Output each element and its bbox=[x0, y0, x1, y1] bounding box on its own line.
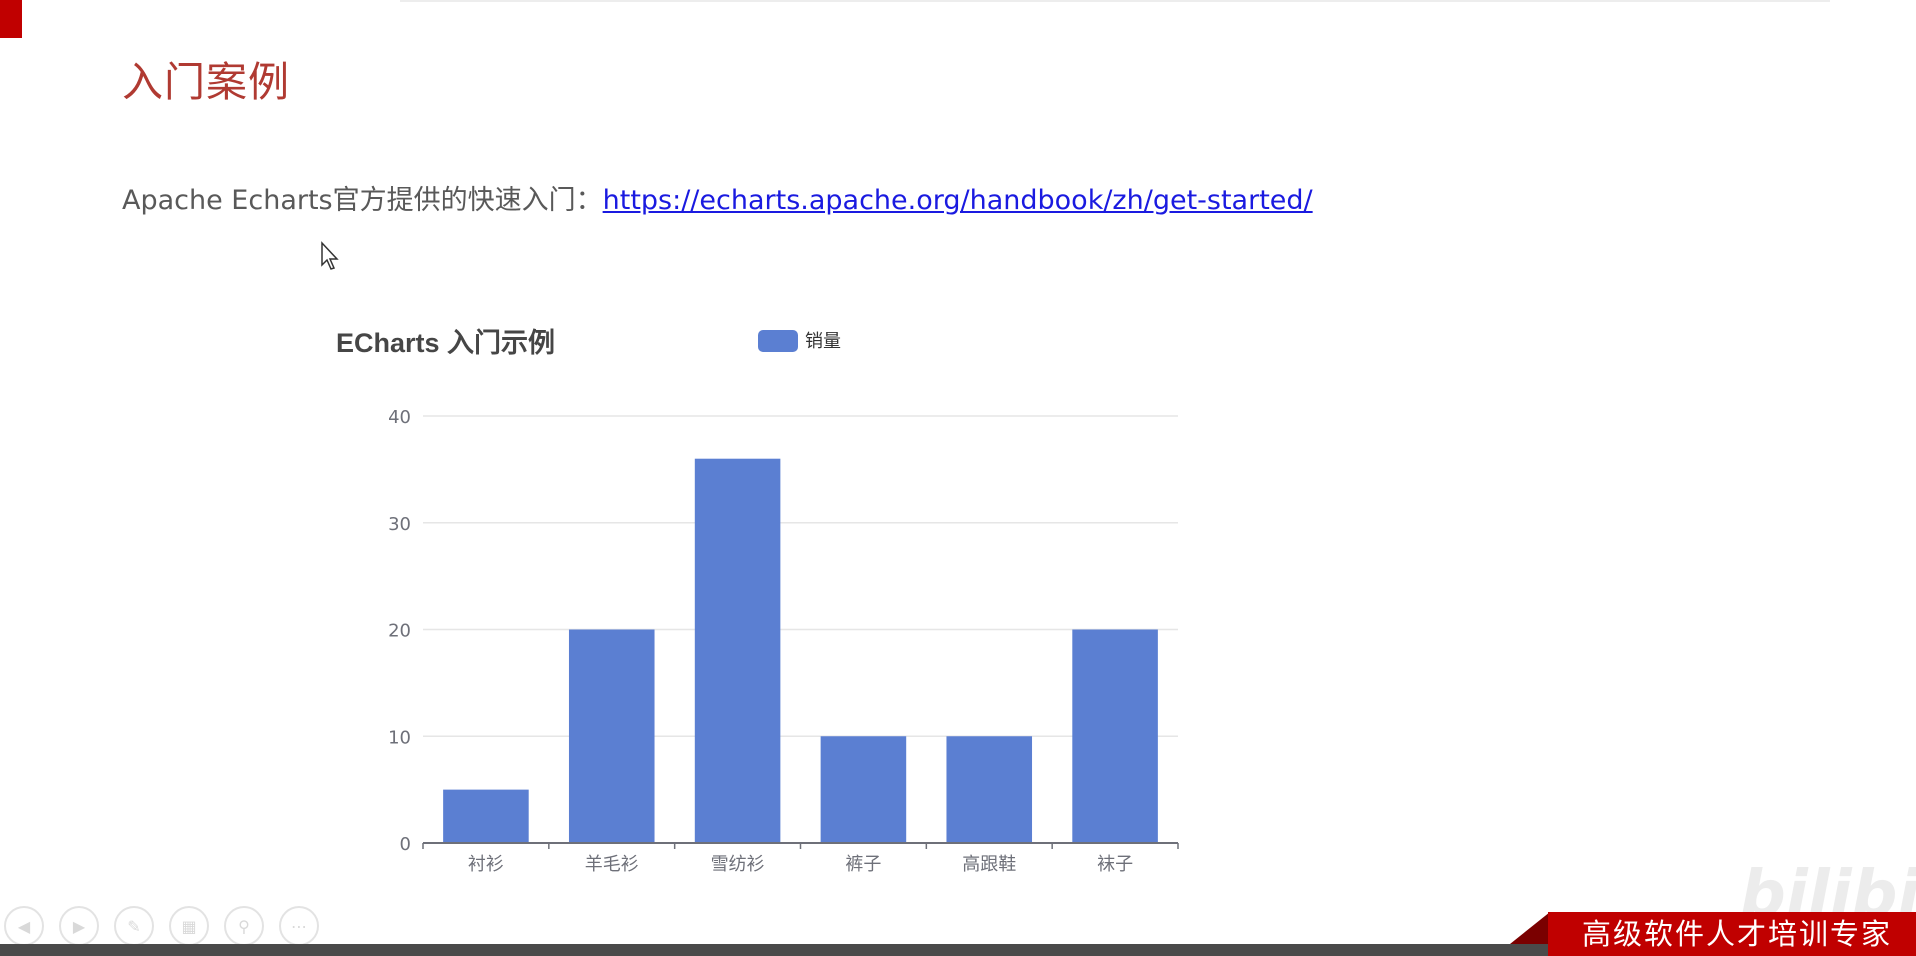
bar-2[interactable] bbox=[694, 458, 781, 843]
x-tick-label: 羊毛衫 bbox=[585, 854, 639, 875]
y-tick-label: 30 bbox=[388, 514, 411, 535]
y-tick-label: 10 bbox=[388, 727, 411, 748]
more-icon[interactable]: ⋯ bbox=[279, 906, 319, 946]
bar-4[interactable] bbox=[946, 736, 1033, 843]
chart-bars bbox=[443, 458, 1158, 844]
y-tick-label: 0 bbox=[400, 834, 411, 855]
x-tick-label: 高跟鞋 bbox=[962, 854, 1016, 875]
next-icon[interactable]: ▶ bbox=[59, 906, 99, 946]
bar-1[interactable] bbox=[568, 629, 655, 844]
legend-label[interactable]: 销量 bbox=[805, 331, 841, 352]
bar-3[interactable] bbox=[820, 736, 907, 843]
x-tick-label: 雪纺衫 bbox=[711, 854, 765, 875]
x-tick-label: 袜子 bbox=[1097, 854, 1133, 875]
legend-swatch[interactable] bbox=[758, 330, 798, 352]
slides-icon[interactable]: ▦ bbox=[169, 906, 209, 946]
y-tick-label: 40 bbox=[388, 407, 411, 428]
prev-icon[interactable]: ◀ bbox=[4, 906, 44, 946]
chart-title: ECharts 入门示例 bbox=[336, 328, 555, 358]
sales-bar-chart: 0 10 20 30 40 衬衫 羊毛衫 雪纺衫 裤子 高跟鞋 袜子 ECharts 入门示例 销量 bbox=[336, 328, 1179, 875]
slideshow-controls: ◀ ▶ ✎ ▦ ⚲ ⋯ bbox=[4, 906, 319, 946]
x-tick-label: 衬衫 bbox=[468, 854, 504, 875]
brand-banner: 高级软件人才培训专家 bbox=[1548, 912, 1916, 956]
y-tick-label: 20 bbox=[388, 621, 411, 642]
x-tick-label: 裤子 bbox=[845, 854, 881, 875]
pen-icon[interactable]: ✎ bbox=[114, 906, 154, 946]
chart-grid bbox=[423, 415, 1178, 737]
bar-5[interactable] bbox=[1072, 629, 1158, 844]
slide-canvas: 入门案例 Apache Echarts官方提供的快速入门：https://ech… bbox=[0, 0, 1916, 956]
bar-0[interactable] bbox=[443, 789, 529, 843]
zoom-icon[interactable]: ⚲ bbox=[224, 906, 264, 946]
banner-accent bbox=[1510, 912, 1550, 944]
